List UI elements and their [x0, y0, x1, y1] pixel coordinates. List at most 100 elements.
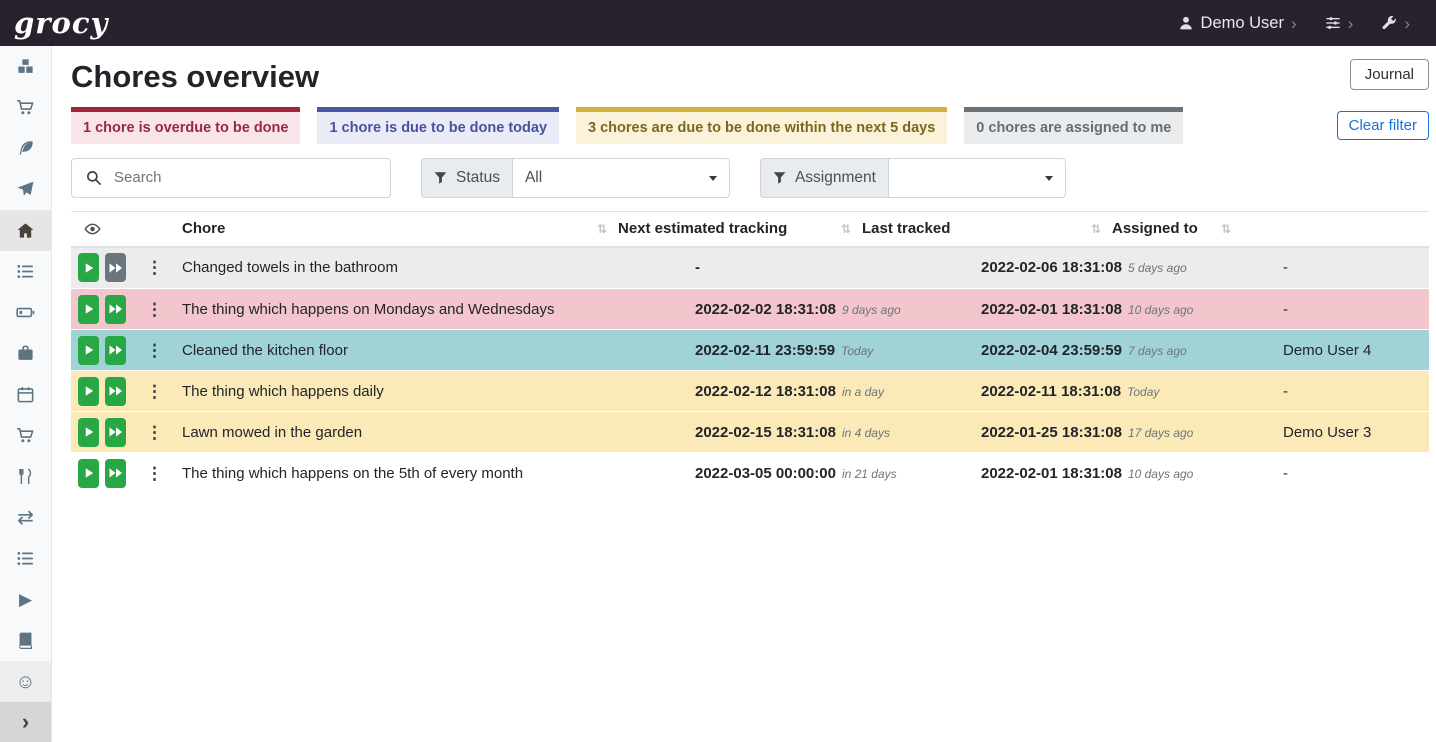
sidebar-item-calendar[interactable]: [0, 374, 51, 415]
track-chore-button[interactable]: [78, 377, 99, 406]
search-input[interactable]: [114, 159, 390, 197]
sidebar-item-batteries-overview[interactable]: [0, 292, 51, 333]
column-header-chore[interactable]: Chore ⇅: [179, 220, 615, 237]
column-header-label: Last tracked: [862, 220, 950, 237]
row-menu-button[interactable]: ⋮: [138, 383, 171, 400]
track-chore-button[interactable]: [78, 336, 99, 365]
last-tracked-value: 2022-02-04 23:59:59: [981, 342, 1122, 359]
next-tracking-value: 2022-02-02 18:31:08: [695, 301, 836, 318]
track-chore-button[interactable]: [78, 418, 99, 447]
status-card-due-today: 1 chore is due to be done today: [317, 107, 559, 144]
row-actions: ⋮: [78, 253, 171, 282]
row-menu-button[interactable]: ⋮: [138, 465, 171, 482]
fast-forward-icon: [108, 303, 123, 315]
sidebar-item-purchase[interactable]: [0, 415, 51, 456]
sidebar-item-recipes[interactable]: [0, 128, 51, 169]
user-menu[interactable]: Demo User ›: [1178, 14, 1297, 33]
column-header-assigned-to[interactable]: Assigned to ⇅: [1109, 220, 1239, 237]
column-visibility-toggle[interactable]: [71, 222, 179, 236]
fast-forward-icon: [108, 467, 123, 479]
wrench-icon: [1381, 15, 1397, 31]
fast-forward-icon: [108, 385, 123, 397]
row-menu-button[interactable]: ⋮: [138, 259, 171, 276]
sidebar-item-chores-overview[interactable]: [0, 210, 51, 251]
row-actions: ⋮: [78, 336, 171, 365]
skip-chore-button[interactable]: [105, 377, 126, 406]
column-header-last-tracked[interactable]: Last tracked ⇅: [859, 220, 1109, 237]
fast-forward-icon: [108, 426, 123, 438]
assigned-to-value: -: [1280, 289, 1429, 330]
fast-forward-icon: [108, 262, 123, 274]
battery-icon: [16, 303, 35, 322]
last-tracked-value: 2022-02-11 18:31:08: [981, 383, 1121, 400]
skip-chore-button[interactable]: [105, 295, 126, 324]
feather-icon: [16, 139, 35, 158]
play-icon: [83, 467, 95, 479]
settings-menu[interactable]: ›: [1325, 15, 1354, 32]
track-chore-button[interactable]: [78, 295, 99, 324]
track-chore-button[interactable]: [78, 459, 99, 488]
play-icon: ▶: [19, 591, 32, 608]
column-header-next-estimated-tracking[interactable]: Next estimated tracking ⇅: [615, 220, 859, 237]
skip-chore-button[interactable]: [105, 253, 126, 282]
sidebar-item-inventory[interactable]: [0, 538, 51, 579]
page-header: Chores overview Journal: [71, 59, 1429, 95]
skip-chore-button[interactable]: [105, 418, 126, 447]
sidebar-item-equipment[interactable]: [0, 333, 51, 374]
assignment-select[interactable]: [888, 158, 1066, 198]
time-ago: 9 days ago: [842, 303, 901, 317]
briefcase-icon: [16, 344, 35, 363]
sidebar-item-chore-tracking[interactable]: ▶: [0, 579, 51, 620]
skip-chore-button[interactable]: [105, 336, 126, 365]
eye-icon: [84, 222, 101, 236]
time-ago: 17 days ago: [1128, 426, 1193, 440]
chore-name: Changed towels in the bathroom: [179, 248, 692, 289]
sidebar-item-transfer[interactable]: ⇄: [0, 497, 51, 538]
chevron-right-icon: ›: [1291, 15, 1297, 32]
sidebar-item-battery-tracking[interactable]: [0, 620, 51, 661]
sidebar: ⇄ ▶ ☺ ›: [0, 46, 52, 742]
sidebar-item-meal-plan[interactable]: [0, 169, 51, 210]
assigned-to-value: -: [1280, 371, 1429, 412]
assigned-to-value: Demo User 3: [1280, 412, 1429, 453]
row-actions: ⋮: [78, 377, 171, 406]
boxes-icon: [16, 57, 35, 76]
transfer-arrows-icon: ⇄: [17, 508, 34, 528]
home-icon: [16, 221, 35, 240]
last-tracked-value: 2022-01-25 18:31:08: [981, 424, 1122, 441]
fast-forward-icon: [108, 344, 123, 356]
clear-filter-button[interactable]: Clear filter: [1337, 111, 1429, 140]
track-chore-button[interactable]: [78, 253, 99, 282]
chevron-right-icon: ›: [1348, 15, 1354, 32]
status-filter-text: Status: [456, 169, 500, 187]
list-icon: [16, 549, 35, 568]
sidebar-collapse-toggle[interactable]: ›: [0, 702, 51, 742]
admin-menu[interactable]: ›: [1381, 15, 1410, 32]
row-menu-button[interactable]: ⋮: [138, 342, 171, 359]
status-select[interactable]: All: [512, 158, 730, 198]
row-menu-button[interactable]: ⋮: [138, 424, 171, 441]
grocy-logo[interactable]: grocy: [14, 9, 108, 38]
filter-funnel-icon: [773, 171, 786, 184]
status-filter-group: Status All: [421, 158, 730, 198]
sidebar-item-shopping-list[interactable]: [0, 87, 51, 128]
assigned-to-value: -: [1280, 248, 1429, 289]
status-card-assigned-to-me: 0 chores are assigned to me: [964, 107, 1183, 144]
table-header-row: Chore ⇅ Next estimated tracking ⇅ Last t…: [71, 211, 1429, 248]
skip-chore-button[interactable]: [105, 459, 126, 488]
row-menu-button[interactable]: ⋮: [138, 301, 171, 318]
time-ago: 5 days ago: [1128, 261, 1187, 275]
sidebar-item-consume[interactable]: [0, 456, 51, 497]
sidebar-item-tasks[interactable]: [0, 251, 51, 292]
chore-row: ⋮ Cleaned the kitchen floor 2022-02-11 2…: [71, 330, 1429, 371]
sort-icon: ⇅: [841, 223, 851, 235]
sidebar-item-stock-overview[interactable]: [0, 46, 51, 87]
chore-name: The thing which happens daily: [179, 371, 692, 412]
row-actions: ⋮: [78, 459, 171, 488]
sort-icon: ⇅: [597, 223, 607, 235]
journal-button[interactable]: Journal: [1350, 59, 1429, 90]
time-ago: in 4 days: [842, 426, 890, 440]
checklist-icon: [16, 262, 35, 281]
shopping-cart-icon: [16, 426, 35, 445]
sidebar-item-user-settings[interactable]: ☺: [0, 661, 51, 702]
